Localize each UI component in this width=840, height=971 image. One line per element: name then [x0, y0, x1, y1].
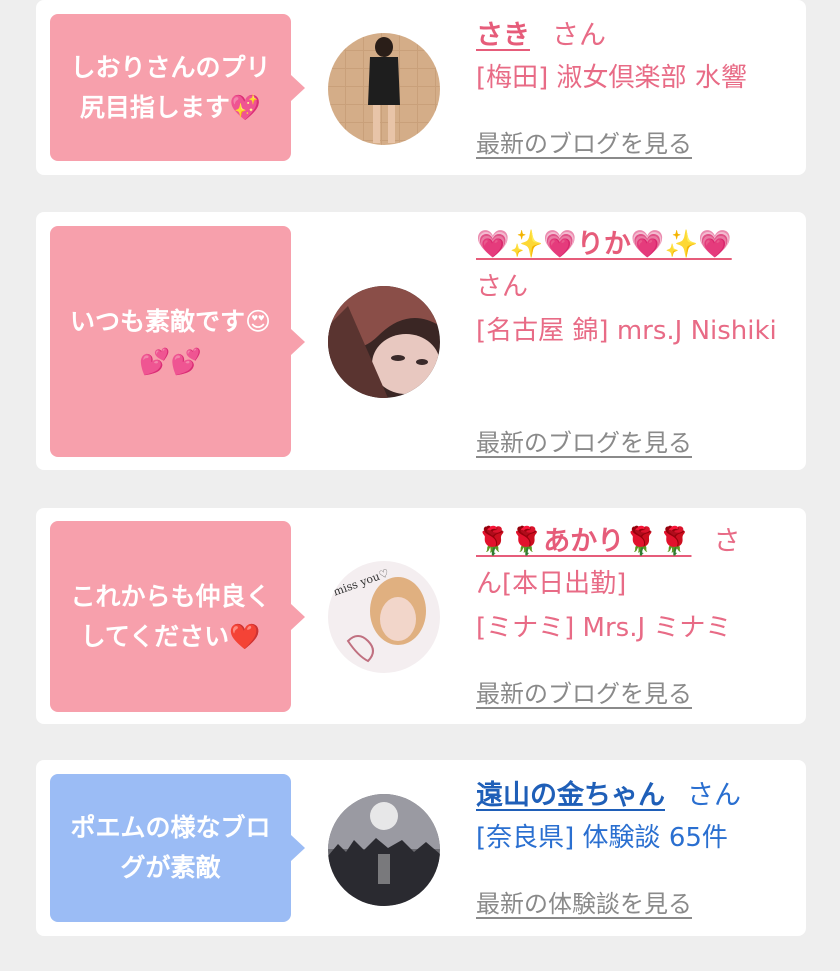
- comment-bubble: ポエムの様なブロ グが素敵: [50, 774, 305, 922]
- comment-text: しおりさんのプリ 尻目指します💖: [70, 52, 271, 122]
- latest-blog-link[interactable]: 最新のブログを見る: [476, 423, 692, 458]
- shop-detail: [名古屋 錦] mrs.J Nishiki: [476, 316, 777, 346]
- honorific: さん: [687, 780, 741, 811]
- review-card-2: いつも素敵です😍 💕💕 💗✨💗りか💗✨💗 さん [名古屋 錦] mrs.J Ni…: [36, 212, 806, 470]
- comment-bubble: しおりさんのプリ 尻目指します💖: [50, 14, 305, 161]
- avatar[interactable]: [328, 33, 440, 145]
- review-card-3: これからも仲良く してください❤️ miss you♡ 🌹🌹あかり🌹🌹 さ ん[本…: [36, 508, 806, 724]
- review-card-4: ポエムの様なブロ グが素敵 遠山の金ちゃん さん [奈良県] 体験談 65件 最新…: [36, 760, 806, 936]
- avatar[interactable]: [328, 286, 440, 398]
- cast-info: さき さん [梅田] 淑女倶楽部 水響: [476, 16, 786, 100]
- honorific: さん: [552, 20, 606, 51]
- cast-name-link[interactable]: さき: [476, 20, 530, 51]
- avatar[interactable]: miss you♡: [328, 561, 440, 673]
- comment-bubble: いつも素敵です😍 💕💕: [50, 226, 305, 457]
- region-detail: [奈良県] 体験談 65件: [476, 823, 728, 853]
- latest-review-link[interactable]: 最新の体験談を見る: [476, 884, 692, 919]
- cast-info: 🌹🌹あかり🌹🌹 さ ん[本日出勤] [ミナミ] Mrs.J ミナミ: [476, 522, 786, 650]
- honorific: さ: [713, 526, 741, 557]
- comment-text: ポエムの様なブロ グが素敵: [70, 813, 271, 882]
- comment-bubble: これからも仲良く してください❤️: [50, 521, 305, 712]
- reviewer-name-link[interactable]: 遠山の金ちゃん: [476, 780, 665, 811]
- comment-text: これからも仲良く してください❤️: [70, 581, 271, 651]
- avatar[interactable]: [328, 794, 440, 906]
- comment-text: いつも素敵です😍 💕💕: [69, 306, 272, 376]
- latest-blog-link[interactable]: 最新のブログを見る: [476, 124, 692, 159]
- honorific: さん: [476, 272, 529, 302]
- latest-blog-link[interactable]: 最新のブログを見る: [476, 674, 692, 709]
- shop-detail: [梅田] 淑女倶楽部 水響: [476, 63, 747, 93]
- cast-info: 💗✨💗りか💗✨💗 さん [名古屋 錦] mrs.J Nishiki: [476, 225, 786, 353]
- reviewer-info: 遠山の金ちゃん さん [奈良県] 体験談 65件: [476, 776, 786, 860]
- shop-detail: [ミナミ] Mrs.J ミナミ: [476, 613, 732, 643]
- cast-name-link[interactable]: 💗✨💗りか💗✨💗: [476, 229, 732, 260]
- work-status: ん[本日出勤]: [476, 569, 627, 599]
- review-card-1: しおりさんのプリ 尻目指します💖 さき さん [梅田] 淑女倶楽部 水響 最新のブ…: [36, 0, 806, 175]
- cast-name-link[interactable]: 🌹🌹あかり🌹🌹: [476, 526, 691, 557]
